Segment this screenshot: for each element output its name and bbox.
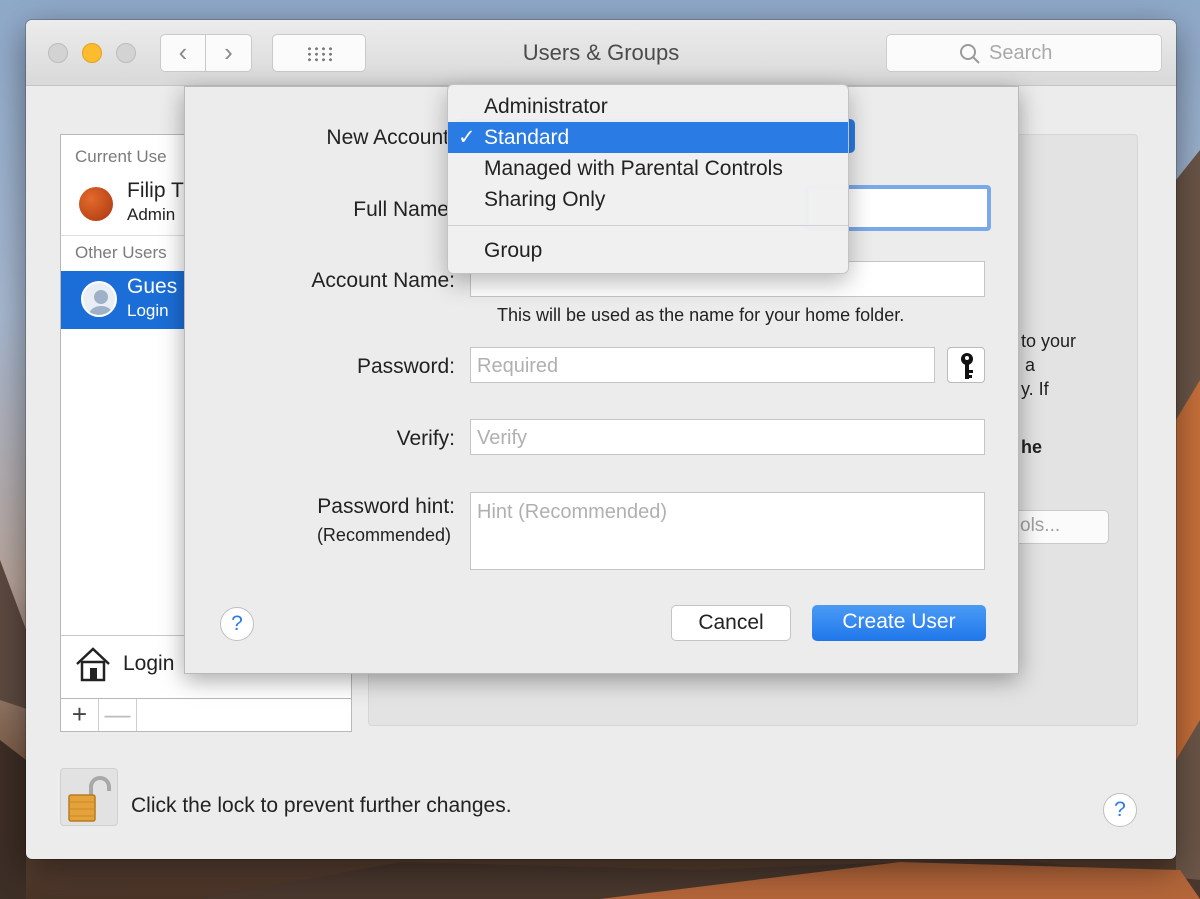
current-user-name: Filip T [127, 179, 184, 202]
grid-icon [306, 46, 334, 62]
cancel-button[interactable]: Cancel [671, 605, 791, 641]
menu-item-managed[interactable]: Managed with Parental Controls [448, 153, 848, 184]
search-icon [960, 44, 980, 64]
detail-text-line-4: he [1021, 437, 1043, 457]
add-user-button[interactable]: + [61, 699, 99, 731]
verify-field[interactable]: Verify [470, 419, 985, 455]
menu-item-standard-label: Standard [484, 126, 570, 149]
zoom-window-button[interactable] [116, 43, 136, 63]
full-name-label: Full Name [353, 198, 449, 221]
remove-user-button[interactable]: — [99, 699, 137, 731]
detail-text-line-1: to your [1021, 331, 1077, 351]
password-hint-field[interactable]: Hint (Recommended) [470, 492, 985, 570]
help-button[interactable]: ? [1103, 793, 1137, 827]
password-placeholder: Required [477, 355, 559, 377]
key-icon [961, 353, 973, 379]
other-users-header: Other Users [75, 243, 167, 262]
hint-placeholder: Hint (Recommended) [477, 501, 668, 523]
current-user-role: Admin [127, 205, 176, 224]
parental-controls-button[interactable]: ols... [1009, 510, 1109, 544]
show-all-button[interactable] [272, 34, 366, 72]
account-name-label: Account Name: [311, 269, 455, 292]
current-users-header: Current Use [75, 147, 167, 166]
minimize-window-button[interactable] [82, 43, 102, 63]
detail-text-line-3: y. If [1021, 379, 1049, 399]
login-options-label: Login [123, 652, 175, 675]
chevron-left-icon: ‹ [178, 37, 188, 67]
forward-button[interactable]: › [206, 34, 252, 72]
guest-avatar-icon [81, 281, 117, 317]
menu-item-sharing-only[interactable]: Sharing Only [448, 184, 848, 215]
menu-item-group[interactable]: Group [448, 235, 848, 266]
search-field[interactable]: Search [886, 34, 1162, 72]
detail-text-line-2: a [1025, 355, 1036, 375]
house-icon [76, 647, 110, 682]
account-type-menu: Administrator ✓ Standard Managed with Pa… [447, 84, 849, 274]
password-hint-sublabel: (Recommended) [316, 525, 451, 545]
lock-button[interactable] [60, 768, 118, 826]
create-user-button[interactable]: Create User [812, 605, 986, 641]
close-window-button[interactable] [48, 43, 68, 63]
password-field[interactable]: Required [470, 347, 935, 383]
add-remove-bar: + — [60, 698, 352, 732]
password-hint-label: Password hint: [317, 495, 455, 518]
unlocked-padlock-icon [68, 776, 111, 822]
menu-item-administrator[interactable]: Administrator [448, 91, 848, 122]
basketball-avatar-icon [79, 187, 113, 221]
window-title: Users & Groups [522, 40, 680, 65]
menu-item-standard[interactable]: ✓ Standard [448, 122, 848, 153]
new-account-label: New Account [326, 126, 449, 149]
menu-separator [448, 225, 848, 226]
checkmark-icon: ✓ [458, 126, 476, 149]
guest-user-name: Gues [127, 275, 178, 298]
password-label: Password: [356, 355, 455, 378]
search-placeholder: Search [989, 42, 1053, 64]
chevron-right-icon: › [224, 37, 233, 67]
title-bar: ‹ › Users & Groups Search [26, 20, 1176, 86]
verify-label: Verify: [396, 427, 455, 450]
account-name-hint: This will be used as the name for your h… [497, 305, 905, 325]
guest-user-role: Login [127, 301, 169, 320]
back-button[interactable]: ‹ [160, 34, 206, 72]
password-assistant-button[interactable] [947, 347, 985, 383]
verify-placeholder: Verify [477, 427, 528, 449]
lock-message: Click the lock to prevent further change… [131, 794, 512, 817]
sheet-help-button[interactable]: ? [220, 607, 254, 641]
